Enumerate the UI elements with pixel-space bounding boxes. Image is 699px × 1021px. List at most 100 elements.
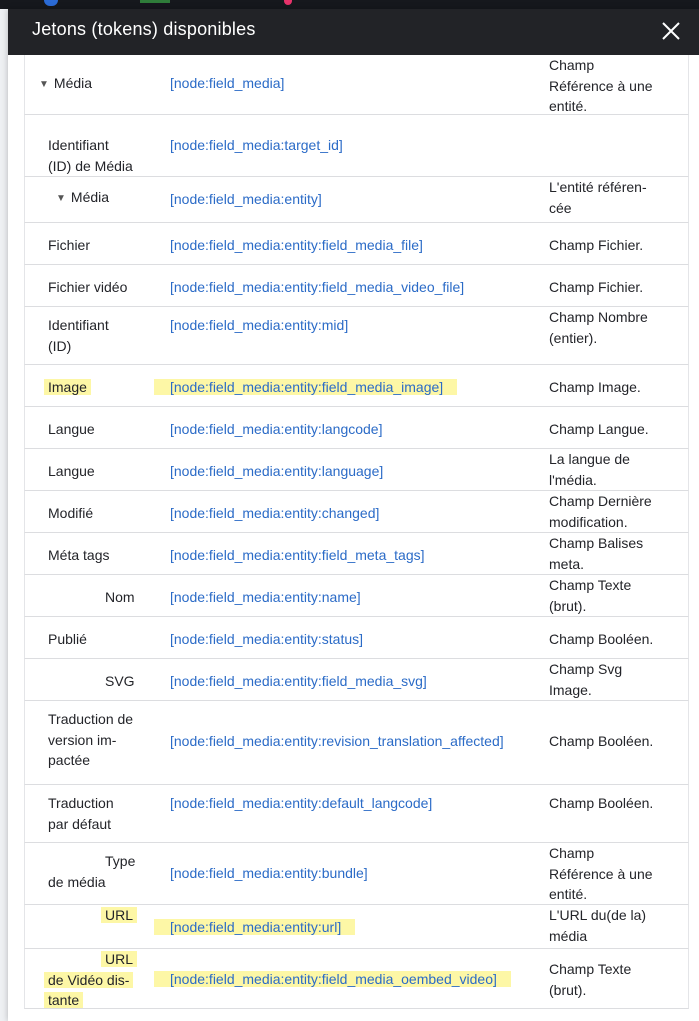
token-link[interactable]: [node:field_media:entity:field_meta_tags… bbox=[170, 545, 425, 565]
token-row: Publié [node:field_media:entity:status] Ch… bbox=[24, 617, 689, 659]
token-description-line: Champ Langue. bbox=[549, 421, 649, 437]
token-name-text: pactée bbox=[48, 752, 91, 768]
token-description: Champ Booléen. bbox=[549, 793, 671, 814]
token-text[interactable]: [node:field_media:entity:field_media_fil… bbox=[170, 237, 423, 253]
token-name-text: (ID) bbox=[48, 337, 72, 354]
token-description: Champ Booléen. bbox=[549, 731, 671, 752]
expand-triangle-icon[interactable]: ▼ bbox=[39, 75, 49, 96]
token-link[interactable]: [node:field_media] bbox=[170, 73, 284, 93]
token-text[interactable]: [node:field_media:entity:revision_transl… bbox=[170, 733, 504, 749]
browser-tab-icon bbox=[284, 0, 292, 5]
token-description-line: La langue de bbox=[549, 451, 630, 467]
token-link[interactable]: [node:field_media:target_id] bbox=[170, 135, 343, 155]
token-text[interactable]: [node:field_media:entity:langcode] bbox=[170, 421, 382, 437]
browser-top-strip bbox=[0, 0, 699, 9]
token-description: Champ Image. bbox=[549, 377, 671, 398]
token-name: Identifiant (ID) bbox=[48, 315, 188, 356]
token-link[interactable]: [node:field_media:entity:url] bbox=[154, 917, 356, 937]
token-description-line: Champ Booléen. bbox=[549, 733, 654, 749]
token-link[interactable]: [node:field_media:entity:field_media_svg… bbox=[170, 671, 427, 691]
token-description-line: (entier). bbox=[549, 329, 598, 346]
token-name: Fichier bbox=[48, 235, 188, 256]
token-link[interactable]: [node:field_media:entity:changed] bbox=[170, 503, 379, 523]
token-text[interactable]: [node:field_media:entity:mid] bbox=[170, 317, 348, 333]
token-text[interactable]: [node:field_media:entity] bbox=[170, 191, 322, 207]
token-row: Langue [node:field_media:entity:language]… bbox=[24, 449, 689, 491]
token-row: Type de média [node:field_media:entity:bun… bbox=[24, 843, 689, 905]
token-name-text: Traduction bbox=[48, 795, 114, 811]
token-link[interactable]: [node:field_media:entity:field_media_vid… bbox=[170, 277, 464, 297]
token-name-text: version im- bbox=[48, 731, 117, 748]
token-link[interactable]: [node:field_media:entity:language] bbox=[170, 461, 383, 481]
token-link[interactable]: [node:field_media:entity:name] bbox=[170, 587, 361, 607]
token-description: Champ Fichier. bbox=[549, 277, 671, 298]
token-link[interactable]: [node:field_media:entity:field_media_ima… bbox=[154, 377, 458, 397]
token-link[interactable]: [node:field_media:entity:revision_transl… bbox=[170, 731, 504, 751]
token-text[interactable]: [node:field_media:entity:changed] bbox=[170, 505, 379, 521]
token-description-line: L'URL du(de la) bbox=[549, 907, 647, 923]
dialog-titlebar: Jetons (tokens) disponibles bbox=[8, 9, 699, 55]
token-text[interactable]: [node:field_media:entity:default_langcod… bbox=[170, 795, 432, 811]
token-row: Méta tags [node:field_media:entity:field_… bbox=[24, 533, 689, 575]
token-link[interactable]: [node:field_media:entity:field_media_fil… bbox=[170, 235, 423, 255]
token-text[interactable]: [node:field_media:entity:bundle] bbox=[170, 865, 368, 881]
token-description: Champ Référence à une entité. bbox=[549, 55, 671, 117]
token-description-line: L'entité référen- bbox=[549, 179, 647, 195]
token-name-text: Identifiant bbox=[48, 137, 109, 153]
token-link[interactable]: [node:field_media:entity] bbox=[170, 189, 322, 209]
token-row: URL de Vidéo dis-tante [node:field_media:e… bbox=[24, 949, 689, 1009]
token-text[interactable]: [node:field_media:entity:status] bbox=[170, 631, 363, 647]
token-link[interactable]: [node:field_media:entity:bundle] bbox=[170, 863, 368, 883]
token-link[interactable]: [node:field_media:entity:status] bbox=[170, 629, 363, 649]
token-name: Identifiant (ID) de Média bbox=[48, 135, 188, 176]
token-name-text: tante bbox=[44, 992, 84, 1008]
token-text[interactable]: [node:field_media:entity:field_media_vid… bbox=[170, 279, 464, 295]
token-row: ▼ Média [node:field_media:entity] L'entité … bbox=[24, 177, 689, 223]
token-table[interactable]: ▼ Média [node:field_media] Champ Référence à… bbox=[8, 55, 699, 1021]
token-text[interactable]: [node:field_media:entity:url] bbox=[154, 919, 356, 935]
token-name-text: Identifiant bbox=[48, 317, 109, 333]
token-link[interactable]: [node:field_media:entity:field_media_oem… bbox=[154, 969, 511, 989]
token-name: ▼ Média bbox=[39, 73, 179, 96]
token-text[interactable]: [node:field_media:entity:field_media_svg… bbox=[170, 673, 427, 689]
token-description: Champ Dernière modification. bbox=[549, 491, 671, 532]
close-button[interactable] bbox=[659, 19, 683, 43]
token-row: Image [node:field_media:entity:field_medi… bbox=[24, 365, 689, 407]
token-link[interactable]: [node:field_media:entity:mid] bbox=[170, 315, 348, 335]
dialog-title: Jetons (tokens) disponibles bbox=[32, 19, 256, 39]
token-name-text: (ID) de Média bbox=[48, 157, 133, 174]
token-description: Champ Langue. bbox=[549, 419, 671, 440]
token-description-line: Champ Booléen. bbox=[549, 795, 654, 811]
token-description-line: Champ Fichier. bbox=[549, 237, 644, 253]
token-description: Champ Référence à une entité. bbox=[549, 843, 671, 905]
token-text[interactable]: [node:field_media:target_id] bbox=[170, 137, 343, 153]
token-text[interactable]: [node:field_media:entity:field_meta_tags… bbox=[170, 547, 425, 563]
token-link[interactable]: [node:field_media:entity:default_langcod… bbox=[170, 793, 432, 813]
token-name-text: par défaut bbox=[48, 815, 112, 832]
token-description-line: Référence à une bbox=[549, 77, 653, 94]
token-description-line: l'média. bbox=[549, 471, 597, 488]
token-name-text: de Vidéo dis- bbox=[44, 971, 134, 988]
token-description-line: entité. bbox=[549, 886, 588, 902]
token-description-line: Champ Booléen. bbox=[549, 631, 654, 647]
token-row: Nom [node:field_media:entity:name] Champ T… bbox=[24, 575, 689, 617]
token-row: Identifiant (ID) de Média [node:field_medi… bbox=[24, 115, 689, 177]
token-text[interactable]: [node:field_media:entity:field_media_ima… bbox=[154, 379, 458, 395]
token-row: Identifiant (ID) [node:field_media:entity:… bbox=[24, 307, 689, 365]
token-description-line: modification. bbox=[549, 513, 628, 530]
token-name: Traduction de version im-pactée bbox=[48, 709, 188, 771]
token-row: Traduction de version im-pactée [node:fiel… bbox=[24, 701, 689, 785]
token-text[interactable]: [node:field_media] bbox=[170, 75, 284, 91]
token-text[interactable]: [node:field_media:entity:language] bbox=[170, 463, 383, 479]
token-description: Champ Nombre (entier). bbox=[549, 307, 671, 348]
token-text[interactable]: [node:field_media:entity:name] bbox=[170, 589, 361, 605]
token-description-line: Champ Image. bbox=[549, 379, 641, 395]
token-name-text: de média bbox=[48, 873, 106, 890]
token-description: Champ Svg Image. bbox=[549, 659, 671, 700]
token-link[interactable]: [node:field_media:entity:langcode] bbox=[170, 419, 382, 439]
token-row: SVG [node:field_media:entity:field_media_… bbox=[24, 659, 689, 701]
token-name-text: Modifié bbox=[48, 505, 94, 521]
token-name-text: Nom bbox=[105, 589, 135, 605]
expand-triangle-icon[interactable]: ▼ bbox=[56, 189, 66, 210]
token-text[interactable]: [node:field_media:entity:field_media_oem… bbox=[154, 971, 511, 987]
